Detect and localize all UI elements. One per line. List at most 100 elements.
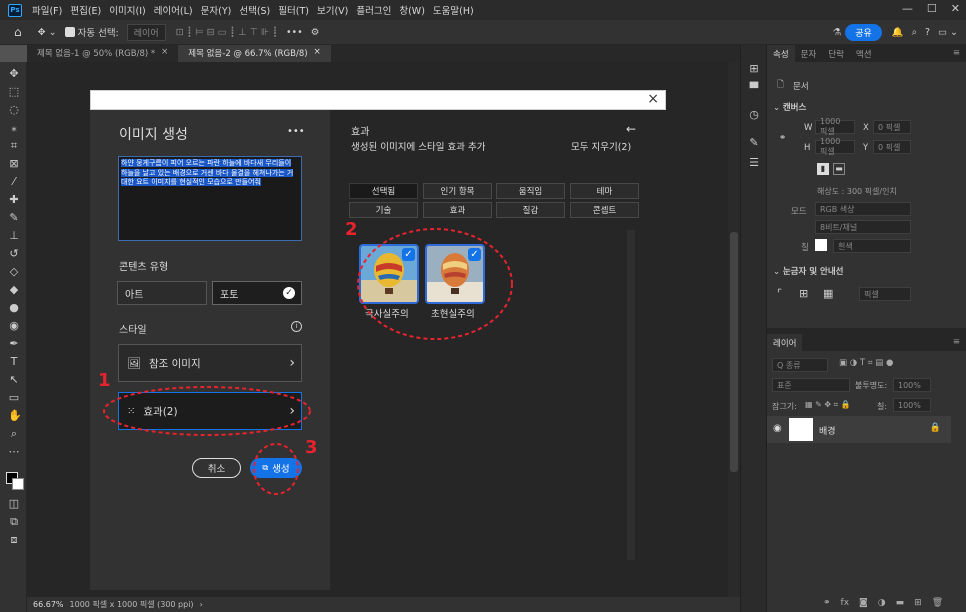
auto-select-checkbox[interactable]: 자동 선택: — [64, 25, 119, 39]
more-tools-icon[interactable]: ⋯ — [8, 446, 20, 458]
chip-concept[interactable]: 콘셉트 — [570, 202, 639, 218]
crop-tool-icon[interactable]: ⌗ — [8, 140, 20, 152]
hand-tool-icon[interactable]: ✋ — [8, 410, 22, 422]
tab-doc-1[interactable]: 제목 없음-1 @ 50% (RGB/8) * × — [27, 45, 178, 62]
screen-mode-icon[interactable]: ⧉ — [8, 516, 20, 528]
tab-character[interactable]: 문자 — [795, 45, 823, 62]
back-arrow-icon[interactable]: ← — [626, 122, 636, 136]
chip-texture[interactable]: 질감 — [496, 202, 565, 218]
move-tool-icon[interactable]: ✥ ⌄ — [38, 27, 57, 38]
home-icon[interactable]: ⌂ — [14, 25, 22, 39]
minimize-icon[interactable]: — — [902, 2, 913, 15]
lasso-tool-icon[interactable]: ◌ — [8, 104, 20, 116]
marquee-tool-icon[interactable]: ⬚ — [8, 86, 20, 98]
fx-icon[interactable]: fx — [841, 598, 850, 608]
landscape-icon[interactable]: ▬ — [833, 163, 845, 175]
workspace-icon[interactable]: ▭ ⌄ — [938, 27, 958, 38]
effects-scrollbar[interactable] — [627, 230, 635, 560]
zoom-tool-icon[interactable]: ⌕ — [8, 428, 20, 440]
chip-popular[interactable]: 인기 항목 — [423, 183, 492, 199]
info-icon[interactable]: i — [291, 321, 302, 332]
shape-tool-icon[interactable]: ▭ — [8, 392, 20, 404]
brush-tool-icon[interactable]: ✎ — [8, 212, 20, 224]
close-icon[interactable]: × — [314, 47, 321, 60]
brush-settings-icon[interactable]: ✎ — [748, 137, 760, 149]
lock-icons[interactable]: ▦ ✎ ✥ ⌗ 🔒 — [805, 400, 851, 410]
healing-brush-icon[interactable]: ✚ — [8, 194, 20, 206]
menu-filter[interactable]: 필터(T) — [274, 3, 313, 17]
eyedropper-icon[interactable]: ⁄ — [8, 176, 20, 188]
vertical-scrollbar[interactable] — [728, 62, 740, 597]
fill-swatch[interactable] — [815, 239, 827, 251]
more-icon[interactable]: ••• — [287, 126, 305, 137]
tab-properties[interactable]: 속성 — [767, 45, 795, 62]
blend-mode-dropdown[interactable]: 표준 — [772, 378, 850, 392]
blur-tool-icon[interactable]: ● — [8, 302, 20, 314]
y-input[interactable]: 0 픽셀 — [873, 140, 911, 154]
chevron-right-icon[interactable]: › — [200, 600, 203, 609]
panel-menu-icon[interactable]: ≡ — [947, 45, 966, 62]
path-select-icon[interactable]: ↖ — [8, 374, 20, 386]
magic-wand-icon[interactable]: ⁎ — [8, 122, 20, 134]
move-tool-icon[interactable]: ✥ — [8, 68, 20, 80]
chip-selected[interactable]: 선택됨 — [349, 183, 418, 199]
menu-view[interactable]: 보기(V) — [313, 3, 352, 17]
content-type-art[interactable]: 아트 — [117, 281, 207, 305]
menu-select[interactable]: 선택(S) — [235, 3, 274, 17]
quick-mask-icon[interactable]: ◫ — [8, 498, 20, 510]
close-icon[interactable]: × — [161, 47, 168, 60]
menu-file[interactable]: 파일(F) — [28, 3, 66, 17]
group-icon[interactable]: ▬ — [896, 598, 905, 608]
more-options[interactable]: ••• — [286, 27, 303, 38]
guides-section-title[interactable]: ⌄ 눈금자 및 안내선 — [773, 265, 844, 277]
chip-movement[interactable]: 움직임 — [496, 183, 565, 199]
bell-icon[interactable]: 🔔 — [892, 27, 904, 38]
chip-technique[interactable]: 기술 — [349, 202, 418, 218]
effect-thumb-surrealism[interactable]: ✓ — [425, 244, 485, 304]
dodge-tool-icon[interactable]: ◉ — [8, 320, 20, 332]
stamp-tool-icon[interactable]: ⊥ — [8, 230, 20, 242]
layer-filter-dropdown[interactable]: Q 종류 — [772, 358, 828, 372]
bit-depth-dropdown[interactable]: 8비트/채널 — [815, 220, 911, 234]
search-icon[interactable]: ⌕ — [912, 27, 917, 38]
close-icon[interactable]: × — [647, 91, 659, 107]
content-type-photo[interactable]: 포토 ✓ — [212, 281, 302, 305]
adjust-icon[interactable]: ⊞ — [748, 63, 760, 75]
effects-button[interactable]: ⁙ 효과(2) › — [118, 392, 302, 430]
ruler-icon[interactable]: ⌜ — [777, 287, 782, 300]
reference-image-button[interactable]: 🖼 참조 이미지 › — [118, 344, 302, 382]
canvas-section-title[interactable]: ⌄ 캔버스 — [773, 101, 806, 113]
close-window-icon[interactable]: ✕ — [951, 2, 960, 15]
frame-tool-icon[interactable]: ⊠ — [8, 158, 20, 170]
pixel-grid-icon[interactable]: ▦ — [823, 287, 833, 300]
share-button[interactable]: 공유 — [845, 23, 882, 41]
trash-icon[interactable]: 🗑 — [932, 598, 943, 608]
transform-controls-icon[interactable]: ⊡ ┋ ⊨ ⊟ ▭ ┋ ⊥ ⊤ ⊪ ┋ — [176, 27, 278, 38]
layer-row-background[interactable]: ◉ 배경 🔒 — [767, 416, 951, 443]
layer-name[interactable]: 배경 — [819, 424, 836, 437]
menu-layer[interactable]: 레이어(L) — [150, 3, 197, 17]
background-color[interactable] — [12, 478, 24, 490]
generate-image-icon[interactable]: ⧈ — [8, 534, 20, 546]
gradient-tool-icon[interactable]: ◆ — [8, 284, 20, 296]
help-icon[interactable]: ? — [925, 27, 930, 38]
menu-window[interactable]: 창(W) — [395, 3, 429, 17]
clear-all-button[interactable]: 모두 지우기(2) — [571, 139, 631, 153]
menu-image[interactable]: 이미지(I) — [105, 3, 149, 17]
width-input[interactable]: 1000 픽셀 — [815, 117, 855, 136]
layer-filter-icons[interactable]: ▣ ◑ T ⌗ ▤ ● — [839, 358, 893, 368]
comment-icon[interactable]: ▀ — [748, 83, 760, 95]
gear-icon[interactable]: ⚙ — [311, 27, 320, 38]
adjustment-layer-icon[interactable]: ◑ — [878, 598, 886, 608]
type-tool-icon[interactable]: T — [8, 356, 20, 368]
units-dropdown[interactable]: 픽셀 — [859, 287, 911, 301]
zoom-level[interactable]: 66.67% — [33, 600, 64, 609]
prompt-textarea[interactable]: 하얀 뭉게구름이 피어 오르는 파란 하늘에 바다새 무리들이 하늘을 날고 있… — [118, 156, 302, 241]
menu-help[interactable]: 도움말(H) — [429, 3, 478, 17]
chip-theme[interactable]: 테마 — [570, 183, 639, 199]
tab-paragraph[interactable]: 단락 — [822, 45, 850, 62]
link-icon[interactable]: ⚭ — [779, 133, 786, 143]
menu-type[interactable]: 문자(Y) — [197, 3, 236, 17]
eraser-tool-icon[interactable]: ◇ — [8, 266, 20, 278]
fill-dropdown[interactable]: 흰색 — [833, 239, 911, 253]
